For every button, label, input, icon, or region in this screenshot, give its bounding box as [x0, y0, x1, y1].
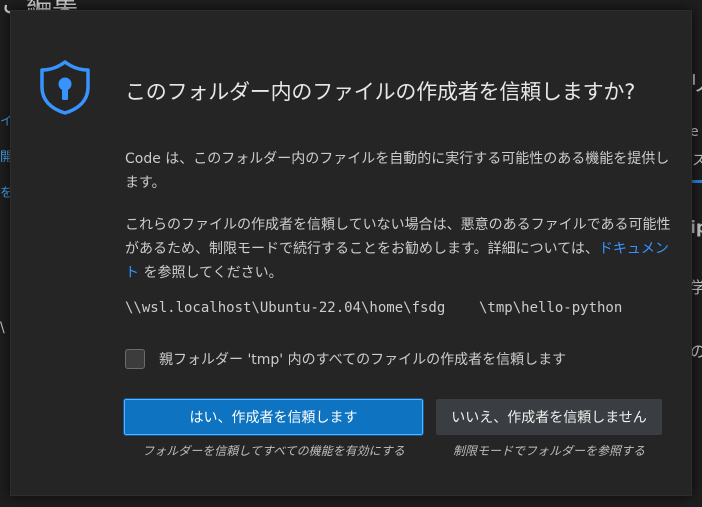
- trust-button[interactable]: はい、作成者を信頼します: [123, 398, 424, 436]
- dialog-description: Code は、このフォルダー内のファイルを自動的に実行する可能性のある機能を提供…: [125, 151, 670, 191]
- background-fragment: ス: [692, 153, 702, 169]
- restricted-mode-caption: 制限モードでフォルダーを参照する: [452, 444, 645, 458]
- shield-lock-icon: [40, 60, 90, 115]
- background-accent-bar: [692, 180, 702, 183]
- workspace-trust-dialog: このフォルダー内のファイルの作成者を信頼しますか? Code は、このフォルダー…: [10, 10, 692, 496]
- trust-parent-checkbox[interactable]: [125, 349, 145, 369]
- trust-parent-label[interactable]: 親フォルダー 'tmp' 内のすべてのファイルの作成者を信頼します: [159, 349, 566, 369]
- background-fragment: \: [0, 320, 5, 336]
- dialog-title: このフォルダー内のファイルの作成者を信頼しますか?: [125, 80, 636, 104]
- restricted-mode-button[interactable]: いいえ、作成者を信頼しません: [436, 399, 662, 435]
- dialog-details: これらのファイルの作成者を信頼していない場合は、悪意のあるファイルである可能性が…: [125, 213, 673, 285]
- details-suffix: を参照してください。: [139, 265, 283, 281]
- details-text: これらのファイルの作成者を信頼していない場合は、悪意のあるファイルである可能性が…: [125, 217, 671, 257]
- trust-button-caption: フォルダーを信頼してすべての機能を有効にする: [142, 444, 405, 458]
- trust-parent-option[interactable]: 親フォルダー 'tmp' 内のすべてのファイルの作成者を信頼します: [125, 348, 566, 370]
- folder-path: \\wsl.localhost\Ubuntu-22.04\home\fsdg \…: [125, 300, 623, 316]
